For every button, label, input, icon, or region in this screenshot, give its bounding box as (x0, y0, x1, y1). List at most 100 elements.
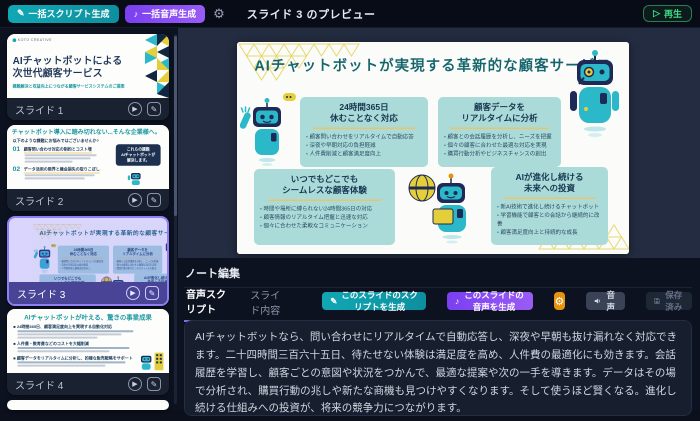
music-note-icon: ♪ (455, 296, 459, 306)
feature-box-1: 24時間365日 休むことなく対応 顧客問い合わせをリアルタイムで自動応答 深夜… (58, 246, 109, 274)
magnifier-robot-icon (162, 226, 167, 268)
slide-2-play-icon[interactable]: ▶ (128, 193, 142, 207)
yellow-underline (451, 128, 549, 130)
logo-dot-icon (13, 38, 17, 42)
feature-box-2-bullet: 購買行動分析やビジネスチャンスの創出 (115, 267, 159, 270)
yellow-underline (118, 258, 157, 259)
feature-box-1-bullet: 顧客問い合わせをリアルタイムで自動応答 (306, 133, 422, 142)
tablet-robot-icon (100, 275, 130, 282)
play-label: 再生 (664, 7, 682, 20)
slide-3-preview[interactable]: AIチャットボットが実現する革新的な顧客サービス 24時間365日 休むことなく… (237, 42, 629, 254)
feature-box-3: いつでもどこでも シームレスな顧客体験 時間や場所に縛られない24時間365日の… (39, 274, 95, 282)
slide-4-title: AIチャットボットが叶える、驚きの事業成果 (7, 312, 169, 322)
saved-label: 保存済み (664, 289, 684, 313)
feature-box-2-bullet: 個々の顧客に合わせた最適な対応を実現 (444, 142, 555, 151)
voice-script-textarea[interactable]: AIチャットボットなら、問い合わせにリアルタイムで自動応答し、深夜や早朝も抜け漏… (184, 320, 692, 416)
play-slideshow-button[interactable]: ▷ 再生 (643, 5, 692, 22)
feature-box-2-bullet: 顧客との会話履歴を分析し、ニーズを把握 (115, 260, 159, 263)
slide-1-subtitle: 課題解決と収益向上につながる顧客サービスシステムのご提案 (13, 83, 125, 89)
slide-1-edit-icon[interactable]: ✎ (147, 102, 161, 116)
batch-script-generate-button[interactable]: ✎ 一括スクリプト生成 (8, 5, 119, 23)
slide-2-label: スライド 2 (15, 193, 63, 208)
feature-box-2-heading: 顧客データを リアルタイムに分析 (444, 102, 555, 124)
yellow-underline (63, 258, 104, 259)
magnifier-robot-icon (560, 49, 629, 154)
feature-box-1-bullet: 顧客問い合わせをリアルタイムで自動応答 (60, 260, 106, 263)
generate-slide-script-button[interactable]: ✎ このスライドのスクリプトを生成 (322, 292, 426, 310)
slide-4-label: スライド 4 (15, 377, 63, 392)
feature-box-3-bullet: 顧客情報のリアルタイム把握と迅速な対応 (260, 214, 389, 223)
feature-box-2: 顧客データを リアルタイムに分析 顧客との会話履歴を分析し、ニーズを把握 個々の… (438, 97, 561, 167)
sidebar-scrollbar-thumb[interactable] (174, 36, 177, 216)
slide-3-play-icon[interactable]: ▶ (126, 286, 140, 300)
feature-box-3: いつでもどこでも シームレスな顧客体験 時間や場所に縛られない24時間365日の… (254, 169, 395, 245)
slide-2-thumbnail[interactable]: チャットボット導入に踏み切れない...そんな企業様へ。 以下のような課題にお悩み… (7, 125, 169, 189)
robot-mascot-icon (127, 170, 144, 186)
slide-2-item2-lines (25, 173, 101, 181)
slide-preview-area: AIチャットボットが実現する革新的な顧客サービス 24時間365日 休むことなく… (178, 28, 700, 258)
feature-box-4-bullet: 顧客満足度向上と持続的な成長 (497, 229, 602, 238)
slide-2-title: チャットボット導入に踏み切れない...そんな企業様へ。 (12, 128, 161, 136)
slide-2-edit-icon[interactable]: ✎ (147, 193, 161, 207)
audio-play-button[interactable]: 音声 (586, 292, 625, 310)
robot-building-icon (138, 350, 166, 372)
slide-card-2[interactable]: チャットボット導入に踏み切れない...そんな企業様へ。 以下のような課題にお悩み… (7, 125, 169, 211)
slide-1-thumbnail[interactable]: KOTO CREATIVE AIチャットボットによる 次世代顧客サービス 課題解… (7, 34, 169, 98)
feature-box-4: AIが進化し続ける 未来への投資 新AI技術で進化し続けるチャットボット 学習機… (134, 274, 167, 282)
slide-2-item1-number: 01 (13, 145, 21, 153)
slide-card-5-partial[interactable] (7, 400, 169, 410)
slide-card-1[interactable]: KOTO CREATIVE AIチャットボットによる 次世代顧客サービス 課題解… (7, 34, 169, 120)
slide-4-play-icon[interactable]: ▶ (128, 377, 142, 391)
slide-4-section2-lines (17, 346, 137, 354)
feature-box-3-bullet: 時間や場所に縛られない24時間365日の対応 (260, 205, 389, 214)
triangle-pattern-decoration (117, 34, 169, 98)
feature-box-2: 顧客データを リアルタイムに分析 顧客との会話履歴を分析し、ニーズを把握 個々の… (113, 246, 162, 274)
slide-4-thumbnail[interactable]: AIチャットボットが叶える、驚きの事業成果 ■ 24時間365日、顧客満足度向上… (7, 309, 169, 373)
slide-card-3-selected[interactable]: AIチャットボットが実現する革新的な顧客サービス 24時間365日 休むことなく… (7, 216, 169, 306)
slide-5-thumbnail[interactable] (7, 400, 169, 410)
slide-card-4[interactable]: AIチャットボットが叶える、驚きの事業成果 ■ 24時間365日、顧客満足度向上… (7, 309, 169, 395)
settings-gear-icon[interactable]: ⚙ (211, 7, 227, 20)
saved-button[interactable]: 保存済み (646, 292, 692, 310)
batch-audio-label: 一括音声生成 (142, 7, 196, 20)
slide-4-edit-icon[interactable]: ✎ (147, 377, 161, 391)
generate-slide-audio-button[interactable]: ♪ このスライドの音声を生成 (447, 292, 533, 310)
tab-slide-content[interactable]: スライド内容 (248, 282, 290, 321)
slide-3-label: スライド 3 (17, 286, 65, 301)
generate-script-label: このスライドのスクリプトを生成 (341, 289, 418, 313)
slide-2-subtitle: 以下のような課題にお悩みではございませんか? (13, 137, 99, 143)
feature-box-1-bullet: 深夜や早朝対応の負担軽減 (60, 263, 106, 266)
slide-3-thumbnail[interactable]: AIチャットボットが実現する革新的な顧客サービス 24時間365日 休むことなく… (9, 218, 167, 282)
feature-box-4-bullet: 学習機能で顧客との会話から継続的に改善 (497, 212, 602, 229)
slide-4-mini: AIチャットボットが叶える、驚きの事業成果 ■ 24時間365日、顧客満足度向上… (7, 309, 169, 373)
slide-2-item2-number: 02 (13, 165, 21, 173)
logo-text: KOTO CREATIVE (18, 38, 52, 42)
feature-box-3-bullet: 個々に合わせた柔軟なコミュニケーション (260, 222, 389, 231)
preview-title: スライド 3 のプレビュー (247, 6, 376, 22)
play-icon: ▷ (653, 8, 660, 19)
yellow-underline (503, 198, 595, 200)
feature-box-1-bullet: 人件費削減と顧客満足度向上 (306, 150, 422, 159)
feature-box-2-bullet: 個々の顧客に合わせた最適な対応を実現 (115, 263, 159, 266)
batch-audio-generate-button[interactable]: ♪ 一括音声生成 (125, 5, 206, 23)
slide-1-label: スライド 1 (15, 102, 63, 117)
slide-4-section1-lines (17, 329, 137, 340)
pencil-icon: ✎ (330, 296, 337, 307)
tab-voice-script[interactable]: 音声スクリプト (184, 281, 232, 322)
slide-3-preview[interactable]: AIチャットボットが実現する革新的な顧客サービス 24時間365日 休むことなく… (33, 224, 167, 282)
feature-box-1: 24時間365日 休むことなく対応 顧客問い合わせをリアルタイムで自動応答 深夜… (300, 97, 428, 167)
slide-2-item1-lines (25, 153, 101, 164)
yellow-underline (313, 128, 415, 130)
feature-box-3-heading: いつでもどこでも シームレスな顧客体験 (42, 276, 94, 282)
waving-robot-icon (240, 92, 298, 172)
top-toolbar: ✎ 一括スクリプト生成 ♪ 一括音声生成 ⚙ スライド 3 のプレビュー ▷ 再… (0, 0, 700, 28)
slide-1-play-icon[interactable]: ▶ (128, 102, 142, 116)
feature-box-2-bullet: 購買行動分析やビジネスチャンスの創出 (444, 150, 555, 159)
slide-3-edit-icon[interactable]: ✎ (145, 286, 159, 300)
slide-list-sidebar: KOTO CREATIVE AIチャットボットによる 次世代顧客サービス 課題解… (0, 28, 178, 410)
voice-settings-gear-button[interactable]: ⚙ (554, 292, 565, 310)
generate-audio-label: このスライドの音声を生成 (463, 289, 525, 313)
feature-box-4-heading: AIが進化し続ける 未来への投資 (137, 276, 167, 282)
slide-4-section3-lines (17, 360, 137, 368)
slide-1-mini: KOTO CREATIVE AIチャットボットによる 次世代顧客サービス 課題解… (7, 34, 169, 98)
